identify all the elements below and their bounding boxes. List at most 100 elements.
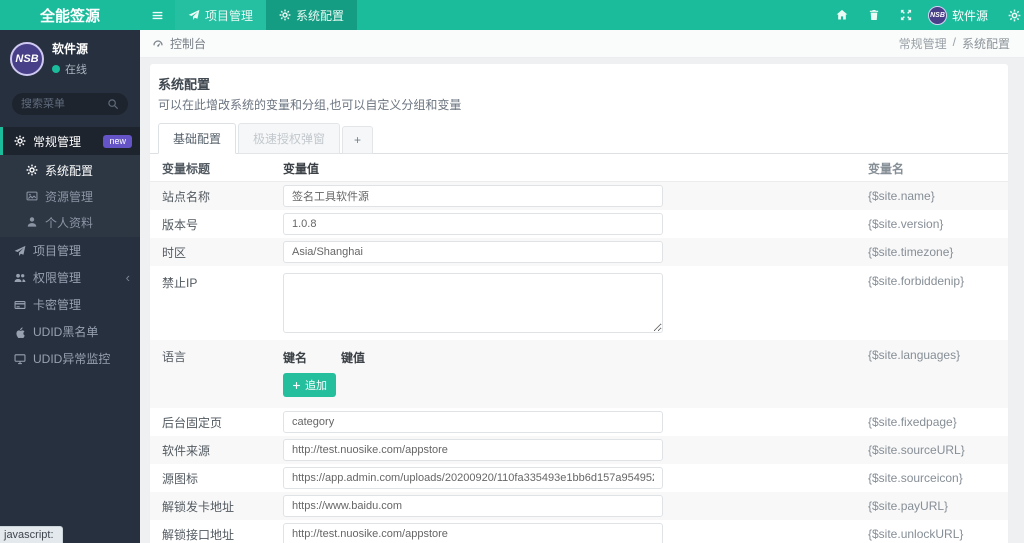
variable-name: {$site.timezone} — [868, 245, 954, 259]
user-avatar[interactable]: NSB — [927, 5, 947, 25]
sidebar-item-label: 卡密管理 — [33, 298, 82, 312]
value-input[interactable] — [283, 213, 663, 235]
table-row: 解锁发卡地址 {$site.payURL} — [150, 492, 1008, 520]
monitor-icon — [14, 353, 26, 365]
variable-name: {$site.forbiddenip} — [868, 274, 965, 288]
variable-title: 时区 — [162, 245, 187, 260]
kv-value-header: 键值 — [341, 351, 366, 365]
variable-value-cell — [283, 238, 868, 266]
variable-title: 站点名称 — [162, 189, 211, 204]
breadcrumb-home[interactable]: 控制台 — [152, 35, 206, 52]
value-input[interactable] — [283, 439, 663, 461]
breadcrumb-bar: 控制台 常规管理 / 系统配置 — [140, 30, 1024, 58]
table-body: 站点名称 {$site.name} 版本号 {$site.version} 时区 {$si… — [150, 182, 1008, 543]
variable-value-cell — [283, 464, 868, 492]
variable-value-cell — [283, 408, 868, 436]
profile-name: 软件源 — [52, 42, 89, 56]
sidebar-item-profile[interactable]: 个人资料 — [0, 209, 140, 235]
table-row: 源图标 {$site.sourceicon} — [150, 464, 1008, 492]
sidebar-item-general-manage[interactable]: 常规管理 new — [0, 127, 140, 155]
breadcrumb-trail: 常规管理 / 系统配置 — [899, 35, 1010, 52]
variable-name: {$site.fixedpage} — [868, 415, 957, 429]
card-icon — [14, 299, 26, 311]
search-icon — [107, 98, 119, 110]
variable-value-cell — [283, 210, 868, 238]
topnav-item-label: 系统配置 — [296, 8, 345, 23]
variable-name: {$site.sourceicon} — [868, 471, 963, 485]
gear-icon — [26, 164, 38, 176]
variable-title: 语言 — [162, 350, 187, 364]
page-subtitle: 可以在此增改系统的变量和分组,也可以自定义分组和变量 — [158, 98, 462, 112]
tab-basic-config[interactable]: 基础配置 — [158, 123, 237, 154]
column-header-value: 变量值 — [283, 162, 320, 176]
topnav-item-label: 项目管理 — [205, 8, 254, 23]
tab-quick-auth-popup[interactable]: 极速授权弹窗 — [238, 123, 341, 154]
value-input[interactable] — [283, 241, 663, 263]
breadcrumb-item[interactable]: 常规管理 — [899, 35, 947, 52]
variable-title: 后台固定页 — [162, 415, 223, 430]
sidebar-item-label: 权限管理 — [33, 271, 82, 285]
value-input[interactable] — [283, 411, 663, 433]
value-input[interactable] — [283, 495, 663, 517]
sidebar-item-permission-manage[interactable]: 权限管理 ‹ — [0, 264, 140, 291]
paper-plane-icon — [188, 9, 200, 21]
menu-search-input[interactable] — [21, 98, 107, 110]
users-icon — [14, 272, 26, 284]
fullscreen-button[interactable] — [890, 0, 922, 30]
chevron-left-icon: ‹ — [125, 270, 130, 285]
gear-icon — [279, 9, 291, 21]
sidebar-item-resource-manage[interactable]: 资源管理 — [0, 183, 140, 209]
variable-value-cell — [283, 182, 868, 210]
variable-name: {$site.languages} — [868, 348, 961, 362]
value-input[interactable] — [283, 467, 663, 489]
link-status-tooltip: javascript: — [0, 526, 63, 543]
column-header-name: 变量名 — [868, 162, 905, 176]
variable-value-cell — [283, 520, 868, 543]
online-dot — [52, 65, 60, 73]
table-row: 站点名称 {$site.name} — [150, 182, 1008, 210]
sidebar: NSB 软件源 在线 常规管理 new 系统配置 资源管理 — [0, 30, 140, 543]
settings-button[interactable] — [998, 0, 1024, 30]
sidebar-item-system-config[interactable]: 系统配置 — [0, 157, 140, 183]
append-button[interactable]: 追加 — [283, 373, 336, 397]
clear-cache-button[interactable] — [858, 0, 890, 30]
tab-add-group[interactable]: + — [342, 126, 374, 154]
plus-icon — [292, 381, 301, 390]
sidebar-toggle-button[interactable] — [140, 0, 175, 30]
top-header: 全能签源 项目管理 系统配置 NSB 软件源 — [0, 0, 1024, 30]
cogs-icon — [14, 135, 26, 147]
table-row: 语言 键名 键值 追加 {$site.languages} — [150, 340, 1008, 408]
breadcrumb-item: 系统配置 — [961, 37, 1010, 51]
value-input[interactable] — [283, 185, 663, 207]
value-textarea[interactable] — [283, 273, 663, 333]
variable-name: {$site.version} — [868, 217, 944, 231]
variable-value-cell — [283, 436, 868, 464]
sidebar-item-label: UDID异常监控 — [33, 352, 111, 366]
column-header-title: 变量标题 — [162, 162, 211, 176]
variable-name: {$site.payURL} — [868, 499, 949, 513]
topnav-item-system-config[interactable]: 系统配置 — [266, 0, 358, 30]
sidebar-item-udid-blacklist[interactable]: UDID黑名单 — [0, 318, 140, 345]
topbar-right: NSB 软件源 — [826, 0, 1024, 30]
apple-icon — [14, 326, 26, 338]
user-menu[interactable]: 软件源 — [952, 7, 998, 24]
image-icon — [26, 190, 38, 202]
sidebar-item-label: 系统配置 — [45, 163, 94, 178]
sidebar-item-udid-monitor[interactable]: UDID异常监控 — [0, 345, 140, 372]
table-row: 软件来源 {$site.sourceURL} — [150, 436, 1008, 464]
home-button[interactable] — [826, 0, 858, 30]
sidebar-item-project-manage[interactable]: 项目管理 — [0, 237, 140, 264]
variable-name: {$site.unlockURL} — [868, 527, 964, 541]
sidebar-item-label: 资源管理 — [45, 189, 94, 204]
menu-search-box[interactable] — [12, 93, 128, 115]
config-card: 系统配置 可以在此增改系统的变量和分组,也可以自定义分组和变量 基础配置 极速授… — [150, 64, 1008, 543]
value-input[interactable] — [283, 523, 663, 543]
variable-title: 解锁发卡地址 — [162, 499, 235, 514]
breadcrumb-home-label: 控制台 — [170, 37, 207, 51]
variable-name: {$site.name} — [868, 189, 935, 203]
sidebar-item-card-manage[interactable]: 卡密管理 — [0, 291, 140, 318]
table-row: 禁止IP {$site.forbiddenip} — [150, 266, 1008, 340]
gear-icon — [1008, 9, 1021, 22]
topnav-item-project[interactable]: 项目管理 — [175, 0, 267, 30]
variable-value-cell — [283, 266, 868, 340]
